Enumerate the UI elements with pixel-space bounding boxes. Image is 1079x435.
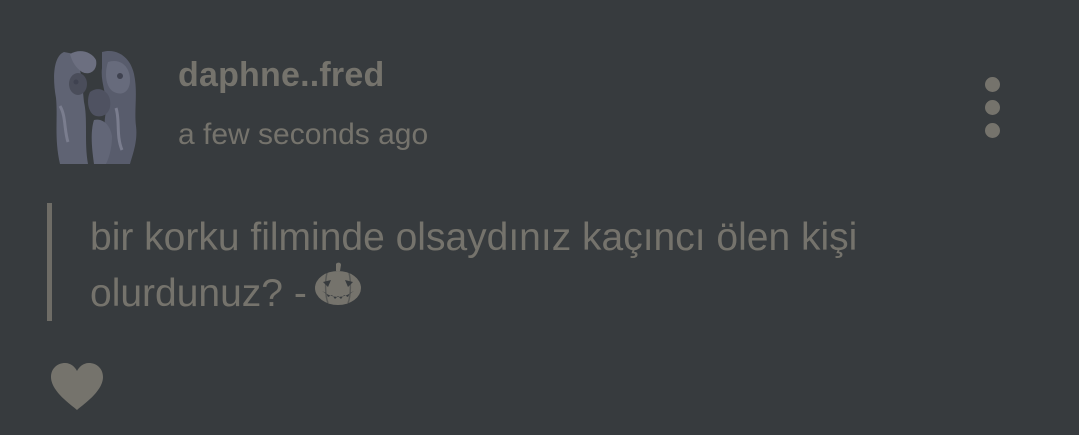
comment-text-line-2-text: olurdunuz? - (90, 272, 307, 315)
quote-bar (47, 203, 52, 321)
menu-dot (985, 100, 1000, 115)
heart-icon[interactable] (49, 362, 105, 412)
comment-text-line-1: bir korku filminde olsaydınız kaçıncı öl… (90, 216, 858, 259)
menu-dot (985, 123, 1000, 138)
comment-text-line-2: olurdunuz? - (90, 262, 1020, 322)
menu-dot (985, 77, 1000, 92)
comment-text: bir korku filminde olsaydınız kaçıncı öl… (90, 210, 1020, 322)
jack-o-lantern-icon (313, 262, 363, 322)
timestamp: a few seconds ago (178, 118, 429, 151)
comment-post: daphne..fred a few seconds ago bir korku… (0, 0, 1079, 435)
avatar[interactable] (50, 46, 140, 166)
more-vertical-icon[interactable] (978, 72, 1008, 142)
username[interactable]: daphne..fred (178, 56, 384, 95)
